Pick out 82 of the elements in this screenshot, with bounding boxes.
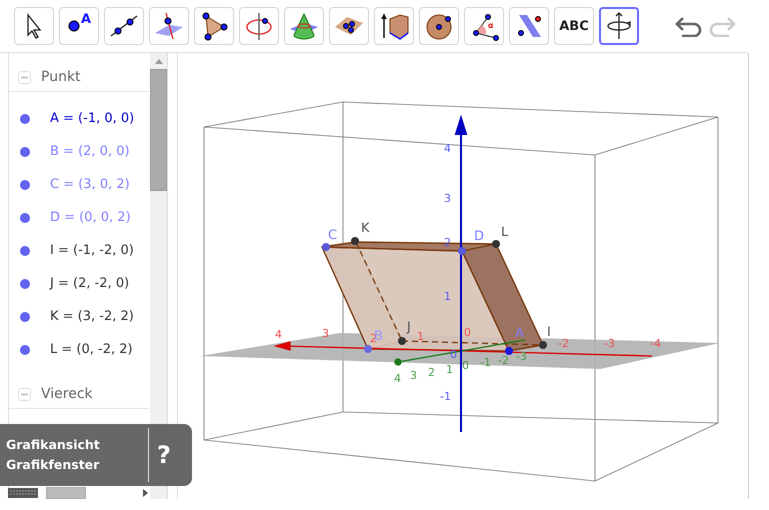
point-marker[interactable]: [505, 347, 513, 355]
keyboard-icon: [8, 488, 38, 498]
axis-tick-label: 4: [394, 372, 401, 385]
collapse-toggle[interactable]: [18, 70, 31, 84]
axis-tick-label: 3: [322, 327, 329, 340]
axis-tick-label: 4: [275, 328, 282, 341]
point-definition[interactable]: L = (0, -2, 2): [50, 342, 133, 357]
point-marker[interactable]: [398, 337, 406, 345]
point-marker[interactable]: [458, 247, 466, 255]
axis-tick-label: -4: [650, 337, 661, 350]
visibility-dot[interactable]: [20, 312, 30, 322]
visibility-dot[interactable]: [20, 278, 30, 288]
axis-tick-label: 3: [410, 369, 417, 382]
axis-tick-label: -3: [604, 337, 615, 350]
visibility-dot[interactable]: [20, 246, 30, 256]
point-icon: [66, 19, 81, 33]
point-label: J: [407, 320, 411, 335]
prism-tool-button[interactable]: [374, 7, 414, 45]
visibility-dot[interactable]: [20, 344, 30, 354]
perpendicular-icon: [153, 11, 185, 41]
point-label: L: [501, 225, 508, 240]
group-title: Punkt: [41, 69, 81, 85]
axis-tick-label: -2: [498, 354, 509, 367]
help-button[interactable]: ?: [149, 424, 171, 486]
line-tool-button[interactable]: [104, 7, 144, 45]
axis-tick-label: 4: [444, 142, 451, 155]
scroll-up-icon: [154, 59, 162, 64]
axis-tick-label: 2: [444, 236, 451, 249]
point-marker[interactable]: [539, 341, 547, 349]
group-title: Viereck: [41, 386, 93, 402]
horizontal-scrollbar-thumb[interactable]: [46, 487, 86, 499]
point-label: I: [547, 325, 551, 340]
plane-tool-button[interactable]: [329, 7, 369, 45]
visibility-dot[interactable]: [20, 180, 30, 190]
scroll-right-icon: [143, 489, 148, 497]
perpendicular-tool-button[interactable]: [149, 7, 189, 45]
prism-icon: [378, 11, 410, 41]
axis-tick-label: 1: [446, 363, 453, 376]
point-tool-button[interactable]: A: [59, 7, 99, 45]
visibility-dot[interactable]: [20, 212, 30, 222]
visibility-dot[interactable]: [20, 146, 30, 156]
point-definition[interactable]: K = (3, -2, 2): [50, 309, 134, 324]
point-definition[interactable]: J = (2, -2, 0): [50, 276, 130, 291]
point-marker[interactable]: [492, 240, 500, 248]
polygon-tool-button[interactable]: [194, 7, 234, 45]
text-tool-button[interactable]: ABC: [554, 7, 594, 45]
axis-tick-label: 2: [370, 332, 377, 345]
axis-tick-label: 0: [464, 326, 471, 339]
axis-tick-label: 1: [444, 290, 451, 303]
axis-tick-label: 3: [444, 192, 451, 205]
circle-axis-tool-button[interactable]: [239, 7, 279, 45]
point-marker[interactable]: [351, 237, 359, 245]
cone-icon: [288, 11, 320, 41]
axis-tick-label: 1: [417, 330, 424, 343]
scrollbar-thumb[interactable]: [150, 69, 167, 191]
sphere-tool-button[interactable]: [419, 7, 459, 45]
move-tool-button[interactable]: [14, 7, 54, 45]
point-marker[interactable]: [322, 243, 330, 251]
axis-tick-label: -3: [516, 350, 527, 363]
tooltip-text: Grafikansicht: [6, 436, 101, 454]
cone-tool-button[interactable]: [284, 7, 324, 45]
point-label: D: [474, 229, 484, 244]
point-definition[interactable]: I = (-1, -2, 0): [50, 243, 134, 258]
redo-icon: [709, 15, 737, 37]
point-label: C: [328, 228, 338, 243]
point-label: K: [361, 221, 370, 236]
axis-tick-label: -2: [558, 337, 569, 350]
tool-label: A: [80, 12, 92, 27]
undo-icon: [674, 15, 702, 37]
axis-tick-label: 2: [428, 366, 435, 379]
point-label: A: [515, 326, 524, 341]
axis-tick-label: -1: [480, 356, 491, 369]
collapse-toggle[interactable]: [18, 388, 31, 400]
point-marker[interactable]: [364, 345, 372, 353]
axis-tick-label: 0: [462, 359, 469, 372]
point-definition[interactable]: A = (-1, 0, 0): [50, 111, 134, 126]
tool-label: ABC: [559, 18, 589, 34]
tooltip-text: Grafikfenster: [6, 456, 100, 474]
reflect-tool-button[interactable]: [509, 7, 549, 45]
rotate-tool-button[interactable]: [599, 7, 639, 45]
visibility-dot[interactable]: [20, 114, 30, 124]
axis-tick-label: -1: [440, 390, 451, 403]
